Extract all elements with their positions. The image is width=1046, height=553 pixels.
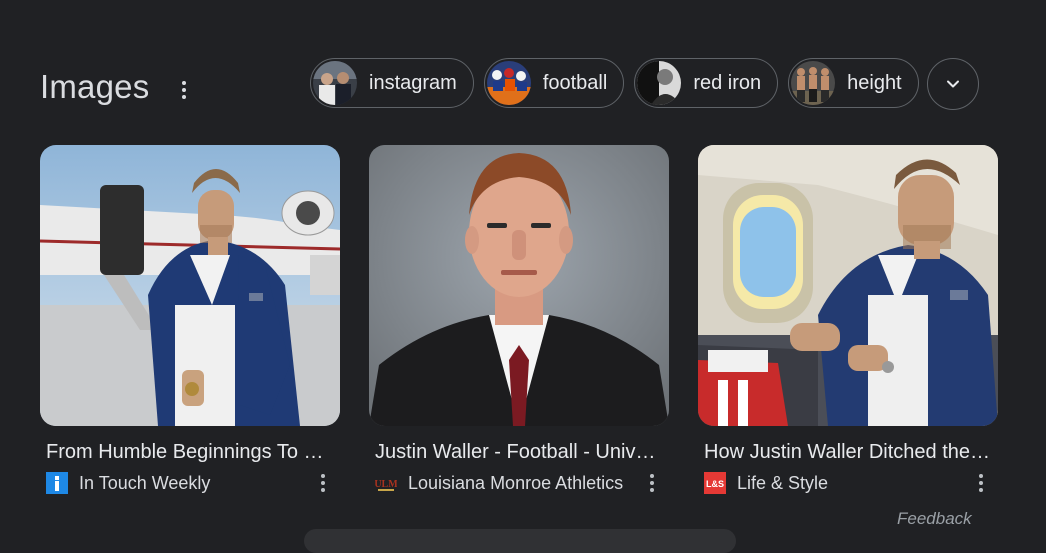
chip-football[interactable]: football [483,58,625,108]
chip-thumbnail-icon [486,61,531,105]
result-source[interactable]: L&S Life & Style [704,471,828,495]
source-name: Louisiana Monroe Athletics [408,472,624,493]
show-more-button[interactable] [304,529,736,553]
svg-text:L&S: L&S [706,479,724,489]
chip-red-iron[interactable]: red iron [634,58,779,108]
ulm-favicon-icon: ULM [375,472,397,494]
result-source[interactable]: ULM Louisiana Monroe Athletics [375,471,623,495]
in-touch-weekly-favicon-icon [46,472,68,494]
image-result-card: How Justin Waller Ditched the 9-to-5 Gri… [698,145,998,494]
source-name: Life & Style [737,472,829,493]
chip-height[interactable]: height [788,58,919,108]
image-result-card: Justin Waller - Football - University of… [369,145,669,494]
result-image[interactable] [698,145,998,426]
section-menu-icon[interactable] [174,78,194,102]
feedback-link[interactable]: Feedback [897,509,972,529]
svg-text:ULM: ULM [375,479,397,490]
section-title: Images [40,68,150,105]
result-menu-icon[interactable] [974,472,988,494]
chip-label: red iron [693,71,762,94]
result-title[interactable]: Justin Waller - Football - University of… [375,441,665,464]
chip-label: instagram [369,71,457,94]
result-image[interactable] [369,145,669,426]
result-image[interactable] [40,145,340,426]
image-result-card: From Humble Beginnings To Multimillionai… [40,145,340,494]
chip-thumbnail-icon [313,61,357,105]
result-menu-icon[interactable] [316,472,330,494]
refinement-chips: instagram football red iron height [310,58,979,110]
chip-thumbnail-icon [791,61,836,105]
more-chips-button[interactable] [926,58,979,110]
chip-label: football [542,71,608,94]
source-name: In Touch Weekly [79,472,211,493]
result-menu-icon[interactable] [645,472,659,494]
life-and-style-favicon-icon: L&S [704,472,726,494]
images-section-header: Images instagram football red iron heigh… [0,58,1046,114]
result-title[interactable]: From Humble Beginnings To Multimillionai… [46,441,336,464]
chip-instagram[interactable]: instagram [310,58,474,108]
chip-thumbnail-icon [637,61,682,105]
chevron-down-icon [946,80,959,88]
result-title[interactable]: How Justin Waller Ditched the 9-to-5 Gri… [704,441,994,464]
result-source[interactable]: In Touch Weekly [46,471,210,495]
chip-label: height [847,71,902,94]
